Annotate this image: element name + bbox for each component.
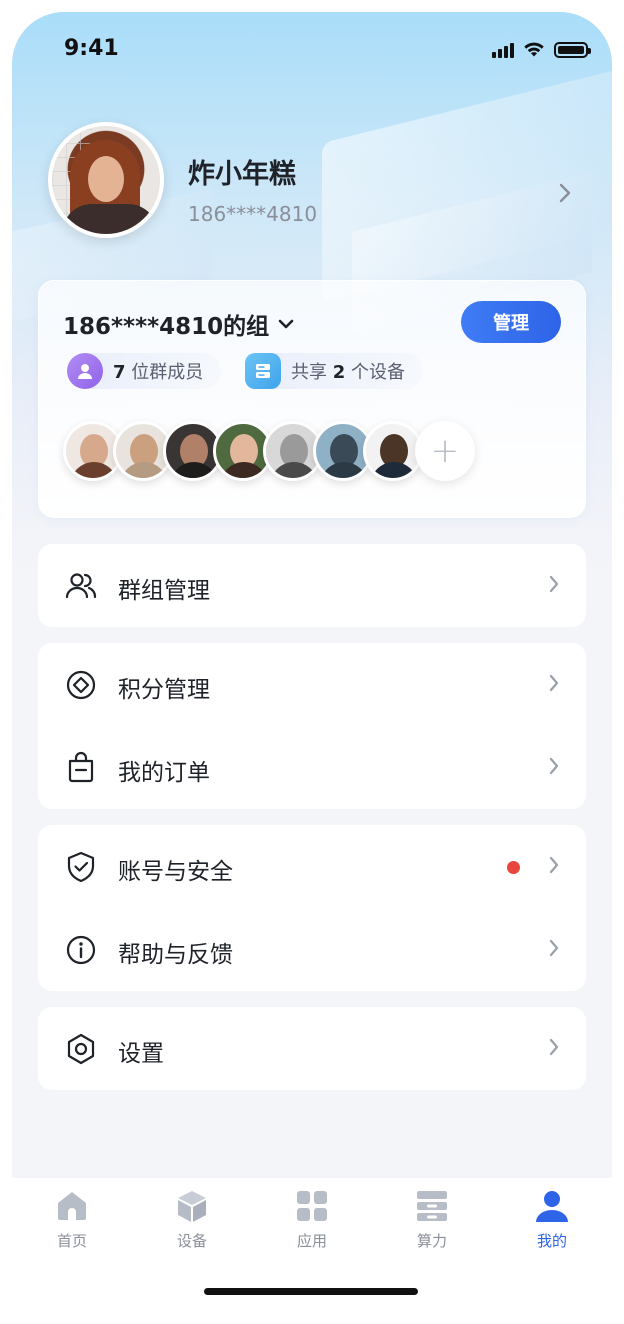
member-avatars: +: [63, 421, 483, 483]
menu-card-points: 积分管理 我的订单: [38, 643, 586, 809]
tab-label: 设备: [176, 1232, 207, 1250]
bottom-tab-bar: 首页 设备 应用 算力 我的: [12, 1178, 612, 1312]
status-icons: [492, 40, 591, 58]
menu-label-settings: 设置: [118, 1041, 164, 1067]
chevron-right-icon[interactable]: [558, 182, 572, 204]
home-indicator: [204, 1288, 418, 1295]
tab-label: 首页: [56, 1232, 87, 1250]
add-member-button[interactable]: +: [415, 421, 475, 481]
menu-label-points-manage: 积分管理: [118, 677, 210, 703]
chevron-right-icon: [549, 1038, 559, 1056]
menu-label-my-orders: 我的订单: [118, 760, 210, 786]
tab-label: 算力: [416, 1232, 447, 1250]
phone-screen: 9:41 炸小年糕 186****4810 186****4810的组 管理 7…: [12, 12, 612, 1312]
chevron-down-icon: [278, 319, 294, 329]
devices-count: 2: [332, 362, 346, 383]
notification-dot: [507, 861, 520, 874]
tab-compute[interactable]: 算力: [392, 1188, 472, 1258]
tab-label: 应用: [296, 1232, 327, 1250]
members-count: 7: [113, 362, 126, 383]
cellular-signal-icon: [492, 42, 514, 58]
menu-item-help-feedback[interactable]: 帮助与反馈: [38, 908, 586, 991]
tab-mine[interactable]: 我的: [512, 1188, 592, 1258]
chevron-right-icon: [549, 575, 559, 593]
shopping-bag-icon: [68, 751, 94, 783]
menu-label-group-manage: 群组管理: [118, 578, 210, 604]
chevron-right-icon: [549, 757, 559, 775]
users-icon: [65, 573, 97, 599]
menu-label-help-feedback: 帮助与反馈: [118, 942, 233, 968]
menu-item-account-security[interactable]: 账号与安全: [38, 825, 586, 908]
shield-check-icon: [67, 851, 95, 883]
user-phone: 186****4810: [188, 202, 318, 226]
chevron-right-icon: [549, 674, 559, 692]
tab-label: 我的: [536, 1232, 567, 1250]
user-avatar[interactable]: [48, 122, 164, 238]
menu-item-my-orders[interactable]: 我的订单: [38, 726, 586, 809]
shared-devices-badge[interactable]: 共享 2 个设备: [245, 353, 423, 389]
info-icon: [66, 935, 96, 965]
battery-icon: [554, 42, 591, 58]
device-icon: [245, 353, 281, 389]
home-icon: [58, 1192, 86, 1220]
tab-devices[interactable]: 设备: [152, 1188, 232, 1258]
menu-label-account-security: 账号与安全: [118, 859, 233, 885]
devices-prefix: 共享: [291, 362, 327, 383]
settings-icon: [67, 1033, 95, 1065]
apps-grid-icon: [297, 1191, 327, 1221]
tab-home[interactable]: 首页: [32, 1188, 112, 1258]
chevron-right-icon: [549, 939, 559, 957]
manage-button[interactable]: 管理: [461, 301, 561, 343]
wifi-icon: [524, 42, 544, 57]
status-time: 9:41: [64, 36, 119, 61]
person-icon: [67, 353, 103, 389]
menu-item-group-manage[interactable]: 群组管理: [38, 544, 586, 627]
tab-apps[interactable]: 应用: [272, 1188, 352, 1258]
menu-item-points-manage[interactable]: 积分管理: [38, 643, 586, 726]
profile-icon: [536, 1191, 568, 1222]
group-card: 186****4810的组 管理 7 位群成员 共享 2 个设备 +: [38, 280, 586, 518]
member-avatar[interactable]: [363, 421, 423, 481]
user-name: 炸小年糕: [188, 159, 296, 190]
points-icon: [66, 670, 96, 700]
chevron-right-icon: [549, 856, 559, 874]
members-count-badge[interactable]: 7 位群成员: [67, 353, 222, 389]
menu-card-group: 群组管理: [38, 544, 586, 627]
devices-label: 个设备: [351, 362, 405, 383]
server-icon: [417, 1191, 447, 1221]
profile-header[interactable]: 炸小年糕 186****4810: [48, 122, 588, 242]
members-label: 位群成员: [131, 362, 204, 383]
group-selector[interactable]: 186****4810的组: [63, 307, 295, 341]
group-title: 186****4810的组: [63, 314, 270, 340]
status-bar: 9:41: [12, 12, 612, 82]
cube-icon: [178, 1191, 206, 1222]
menu-item-settings[interactable]: 设置: [38, 1007, 586, 1090]
menu-card-account: 账号与安全 帮助与反馈: [38, 825, 586, 991]
menu-card-settings: 设置: [38, 1007, 586, 1090]
